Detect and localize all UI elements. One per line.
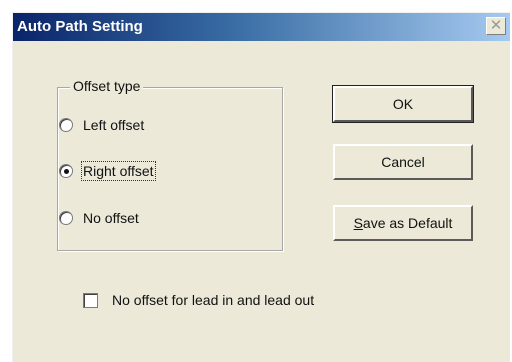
cancel-button[interactable]: Cancel <box>333 144 473 180</box>
title-bar[interactable]: Auto Path Setting ✕ <box>13 13 510 41</box>
left-offset-label: Left offset <box>83 117 145 133</box>
no-offset-lead-checkbox-icon[interactable] <box>83 292 98 308</box>
no-offset-option[interactable]: No offset <box>59 210 139 226</box>
close-icon: ✕ <box>489 17 503 34</box>
offset-type-label: Offset type <box>70 78 144 94</box>
no-offset-label: No offset <box>83 210 139 226</box>
right-offset-label: Right offset <box>81 161 156 181</box>
save-as-default-button[interactable]: Save as Default <box>333 205 473 241</box>
no-offset-lead-label: No offset for lead in and lead out <box>112 292 315 308</box>
no-offset-radio-icon[interactable] <box>59 211 73 225</box>
right-offset-option[interactable]: Right offset <box>59 161 156 181</box>
no-offset-lead-checkbox-row[interactable]: No offset for lead in and lead out <box>83 292 314 308</box>
left-offset-option[interactable]: Left offset <box>59 117 144 133</box>
auto-path-setting-dialog: Auto Path Setting ✕ Offset type Left off… <box>12 12 510 362</box>
ok-button[interactable]: OK <box>332 85 474 123</box>
close-button[interactable]: ✕ <box>486 17 506 35</box>
left-offset-radio-icon[interactable] <box>59 118 73 132</box>
right-offset-radio-icon[interactable] <box>59 164 73 178</box>
save-as-default-label-rest: ave as Default <box>362 215 453 231</box>
dialog-title: Auto Path Setting <box>17 18 143 35</box>
